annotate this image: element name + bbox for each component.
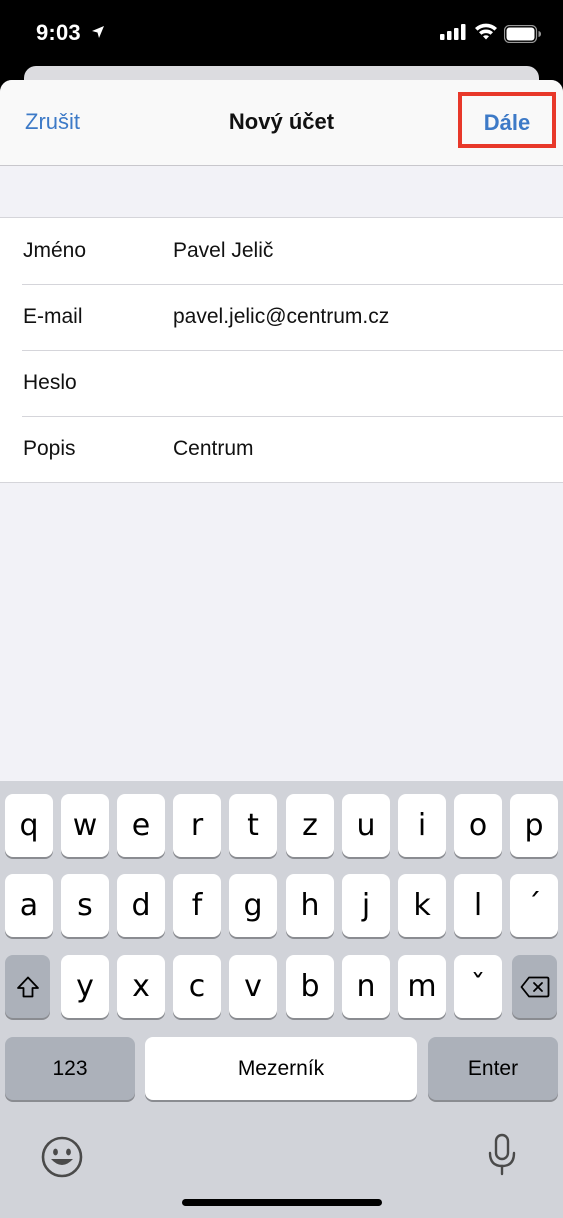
description-row[interactable]: Popis Centrum — [0, 416, 563, 482]
password-row[interactable]: Heslo — [0, 350, 563, 416]
key-p[interactable]: p — [510, 794, 558, 857]
key-m[interactable]: m — [398, 955, 446, 1018]
emoji-icon[interactable] — [40, 1135, 84, 1184]
enter-key[interactable]: Enter — [428, 1037, 558, 1100]
key-caron[interactable]: ˇ — [454, 955, 502, 1018]
battery-icon — [503, 24, 542, 48]
email-row[interactable]: E-mail pavel.jelic@centrum.cz — [0, 284, 563, 350]
key-z[interactable]: z — [286, 794, 334, 857]
email-field[interactable]: pavel.jelic@centrum.cz — [173, 305, 389, 329]
key-n[interactable]: n — [342, 955, 390, 1018]
cellular-signal-icon — [440, 24, 466, 45]
location-arrow-icon — [91, 25, 105, 44]
space-key[interactable]: Mezerník — [145, 1037, 417, 1100]
password-label: Heslo — [23, 371, 77, 394]
status-bar: 9:03 — [0, 0, 563, 66]
key-w[interactable]: w — [61, 794, 109, 857]
next-button-highlight[interactable]: Dále — [458, 92, 556, 148]
key-c[interactable]: c — [173, 955, 221, 1018]
key-u[interactable]: u — [342, 794, 390, 857]
key-o[interactable]: o — [454, 794, 502, 857]
description-label: Popis — [23, 437, 76, 460]
navigation-bar: Zrušit Nový účet Dále — [0, 80, 563, 166]
keyboard: q w e r t z u i o p a s d f g h j k l ´ … — [0, 781, 563, 1218]
name-field[interactable]: Pavel Jelič — [173, 239, 273, 263]
description-field[interactable]: Centrum — [173, 437, 254, 461]
numbers-key[interactable]: 123 — [5, 1037, 135, 1100]
email-label: E-mail — [23, 305, 83, 328]
microphone-icon[interactable] — [486, 1133, 518, 1182]
key-j[interactable]: j — [342, 874, 390, 937]
name-label: Jméno — [23, 239, 87, 262]
key-g[interactable]: g — [229, 874, 277, 937]
home-indicator — [182, 1199, 382, 1206]
key-v[interactable]: v — [229, 955, 277, 1018]
name-row[interactable]: Jméno Pavel Jelič — [0, 218, 563, 284]
key-b[interactable]: b — [286, 955, 334, 1018]
status-time: 9:03 — [36, 20, 81, 45]
shift-arrow-icon — [16, 976, 39, 997]
key-q[interactable]: q — [5, 794, 53, 857]
key-y[interactable]: y — [61, 955, 109, 1018]
key-s[interactable]: s — [61, 874, 109, 937]
backspace-key[interactable] — [512, 955, 557, 1018]
key-a[interactable]: a — [5, 874, 53, 937]
key-f[interactable]: f — [173, 874, 221, 937]
key-l[interactable]: l — [454, 874, 502, 937]
next-button[interactable]: Dále — [462, 110, 552, 136]
key-t[interactable]: t — [229, 794, 277, 857]
key-acute-accent[interactable]: ´ — [510, 874, 558, 937]
shift-key[interactable] — [5, 955, 50, 1018]
key-i[interactable]: i — [398, 794, 446, 857]
key-k[interactable]: k — [398, 874, 446, 937]
key-h[interactable]: h — [286, 874, 334, 937]
wifi-icon — [474, 22, 498, 45]
key-x[interactable]: x — [117, 955, 165, 1018]
account-form: Jméno Pavel Jelič E-mail pavel.jelic@cen… — [0, 217, 563, 483]
backspace-icon — [520, 976, 549, 997]
key-d[interactable]: d — [117, 874, 165, 937]
key-r[interactable]: r — [173, 794, 221, 857]
key-e[interactable]: e — [117, 794, 165, 857]
